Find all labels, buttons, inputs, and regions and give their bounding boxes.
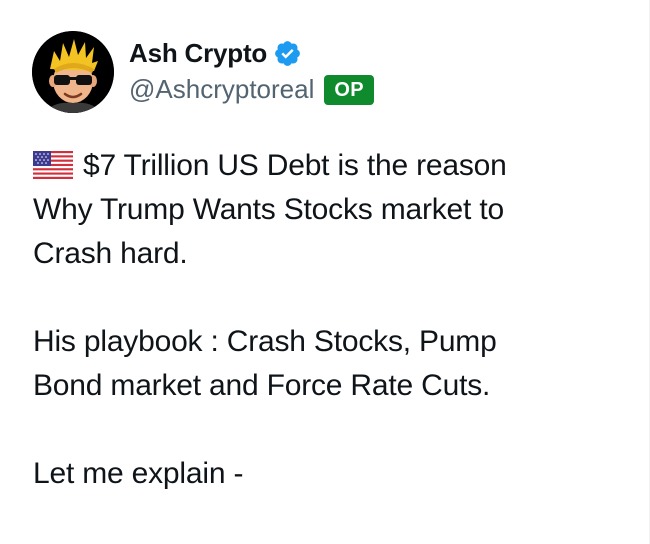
- post-line: $7 Trillion US Debt is the reason: [33, 144, 623, 188]
- author-handle[interactable]: @Ashcryptoreal: [129, 74, 314, 105]
- verified-badge-icon[interactable]: [273, 39, 302, 68]
- post-line: Bond market and Force Rate Cuts.: [33, 369, 491, 402]
- avatar-image: [32, 31, 114, 113]
- name-row: Ash Crypto: [129, 36, 374, 70]
- avatar[interactable]: [32, 31, 114, 113]
- handle-row: @Ashcryptoreal OP: [129, 74, 374, 105]
- post-text: $7 Trillion US Debt is the reason Why Tr…: [33, 144, 623, 496]
- post-line: Crash hard.: [33, 237, 188, 270]
- post-line: His playbook : Crash Stocks, Pump: [33, 325, 497, 358]
- post-line: Why Trump Wants Stocks market to: [33, 193, 504, 226]
- post-line-text: $7 Trillion US Debt is the reason: [83, 149, 507, 182]
- author-names: Ash Crypto @Ashcryptoreal OP: [129, 31, 374, 105]
- author-display-name[interactable]: Ash Crypto: [129, 38, 267, 69]
- post-header: Ash Crypto @Ashcryptoreal OP: [32, 31, 374, 113]
- us-flag-icon: [33, 148, 73, 179]
- post-line: Let me explain -: [33, 457, 244, 490]
- post-card[interactable]: Ash Crypto @Ashcryptoreal OP $7 Trillion…: [0, 0, 649, 544]
- op-badge: OP: [324, 74, 374, 105]
